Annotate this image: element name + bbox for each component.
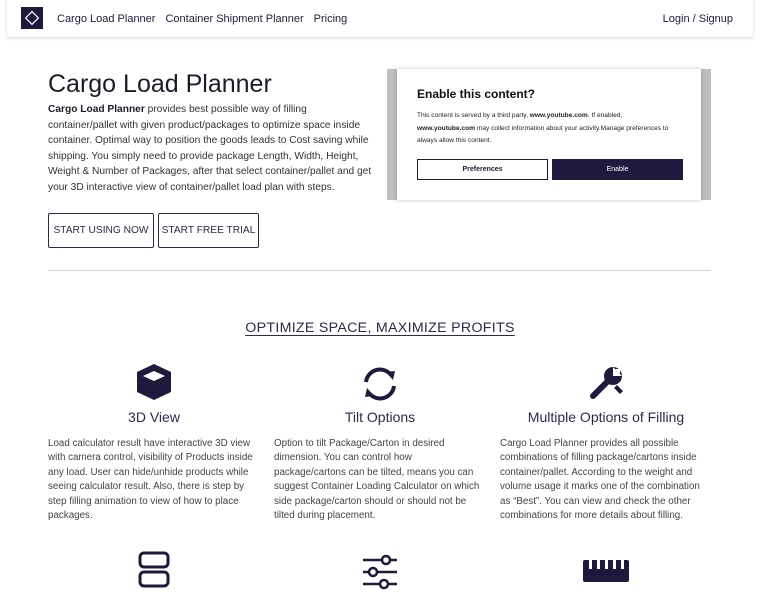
ruler-icon	[583, 560, 629, 582]
section-divider	[48, 270, 711, 271]
embed-consent-actions: Preferences Enable	[417, 159, 683, 180]
embed-consent-dialog: Enable this content? This content is ser…	[397, 69, 701, 200]
embed-domain: www.youtube.com	[417, 124, 476, 132]
stacked-boxes-icon	[138, 551, 170, 588]
feature-title-3d-view: 3D View	[128, 409, 180, 425]
start-using-now-button[interactable]: START USING NOW	[48, 213, 154, 248]
login-signup-link[interactable]: Login / Signup	[663, 0, 733, 37]
feature-text-3d-view: Load calculator result have interactive …	[48, 438, 253, 522]
cube-icon	[137, 364, 171, 400]
nav-link-cargo-load-planner[interactable]: Cargo Load Planner	[57, 13, 155, 25]
feature-text-tilt-options: Option to tilt Package/Carton in desired…	[274, 438, 480, 522]
navbar: Cargo Load Planner Container Shipment Pl…	[7, 0, 753, 37]
embed-domain: www.youtube.com	[529, 112, 588, 119]
section-heading: OPTIMIZE SPACE, MAXIMIZE PROFITS	[245, 320, 515, 336]
preferences-button[interactable]: Preferences	[417, 159, 548, 180]
feature-title-multiple-options: Multiple Options of Filling	[527, 409, 685, 425]
feature-title-tilt-options: Tilt Options	[344, 409, 416, 425]
embed-consent-message: This content is served by a third party,…	[417, 110, 681, 148]
hero-description-rest: provides best possible way of filling co…	[48, 104, 372, 193]
embed-consent-title: Enable this content?	[417, 87, 536, 101]
embed-msg-part: This content is served by a third party,	[417, 112, 530, 119]
nav-links: Cargo Load Planner Container Shipment Pl…	[57, 0, 357, 37]
sliders-icon	[363, 554, 397, 590]
logo-diamond-icon	[24, 10, 40, 26]
video-embed-placeholder: Enable this content? This content is ser…	[387, 69, 711, 200]
nav-link-pricing[interactable]: Pricing	[314, 13, 348, 25]
logo[interactable]	[21, 7, 43, 29]
hero-description-bold: Cargo Load Planner	[48, 104, 145, 115]
page-title: Cargo Load Planner	[48, 70, 272, 98]
wrench-icon	[590, 367, 623, 399]
feature-text-multiple-options: Cargo Load Planner provides all possible…	[500, 438, 700, 522]
sync-icon	[364, 367, 396, 401]
enable-button[interactable]: Enable	[552, 159, 683, 180]
hero-description: Cargo Load Planner provides best possibl…	[48, 102, 376, 196]
embed-msg-part: . If enabled,	[587, 112, 623, 119]
nav-link-container-shipment-planner[interactable]: Container Shipment Planner	[165, 13, 303, 25]
start-free-trial-button[interactable]: START FREE TRIAL	[158, 213, 259, 248]
